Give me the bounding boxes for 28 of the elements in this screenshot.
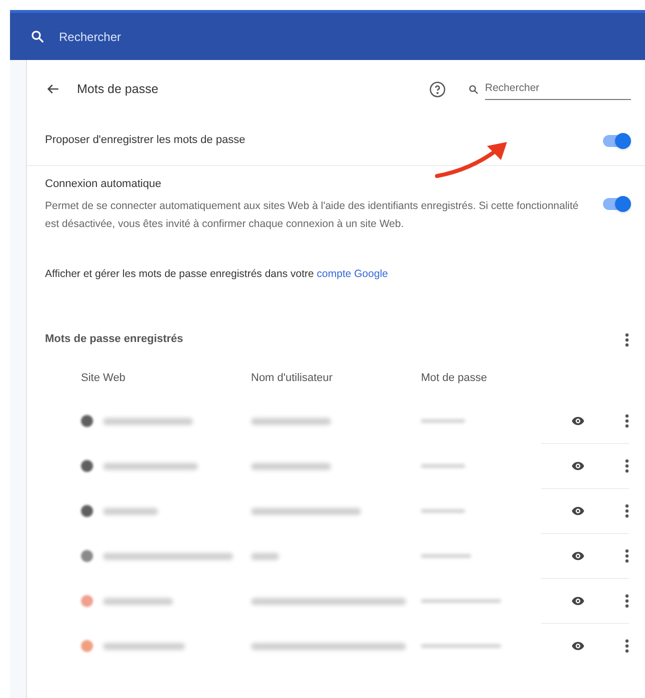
blurred-text: [103, 598, 173, 604]
blurred-text: [251, 552, 279, 560]
more-icon[interactable]: [625, 504, 629, 518]
column-header: Mot de passe: [421, 371, 488, 386]
setting-description: Permet de se connecter automatiquement aux sites Web à l'aide des identifiants enregistrés. Si cette fonctionnalité est désactivée, vous êtes invité à confirmer chaque connexion à un site Web.: [45, 198, 580, 232]
search-icon: [30, 29, 45, 44]
more-icon[interactable]: [625, 414, 629, 428]
more-icon[interactable]: [625, 639, 629, 653]
setting-label: Proposer d'enregistrer les mots de passe: [45, 133, 246, 148]
setting-label: Connexion automatique: [45, 177, 162, 192]
column-header: Site Web: [81, 371, 126, 386]
account-note: Afficher et gérer les mots de passe enregistrés dans votre compte Google: [45, 268, 388, 280]
more-icon[interactable]: [625, 332, 629, 346]
help-icon[interactable]: [429, 80, 446, 98]
section-title: Mots de passe enregistrés: [45, 332, 184, 348]
account-link[interactable]: compte Google: [316, 268, 388, 280]
more-icon[interactable]: [625, 458, 629, 472]
page-title: Mots de passe: [77, 80, 158, 98]
eye-icon[interactable]: [569, 639, 587, 653]
search-field[interactable]: Rechercher: [59, 28, 359, 46]
column-header: Nom d'utilisateur: [251, 371, 334, 386]
search-icon: [468, 84, 479, 94]
more-icon[interactable]: [625, 594, 629, 608]
search-field[interactable]: Rechercher: [485, 78, 631, 100]
more-icon[interactable]: [625, 548, 629, 562]
toggle-switch[interactable]: [601, 195, 631, 214]
toggle-switch[interactable]: [601, 132, 631, 150]
blurred-text: [103, 508, 158, 514]
